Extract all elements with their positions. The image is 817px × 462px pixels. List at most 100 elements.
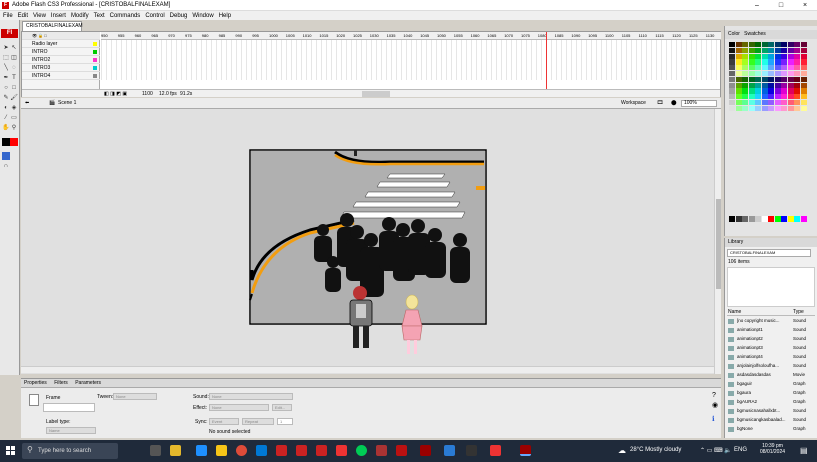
color-swatch[interactable]: [774, 59, 781, 65]
color-swatch[interactable]: [761, 100, 768, 106]
fill-color-swatch[interactable]: [10, 138, 18, 146]
color-swatch[interactable]: [794, 76, 800, 83]
workspace-menu[interactable]: Workspace: [621, 98, 646, 109]
color-swatch[interactable]: [781, 88, 787, 94]
gradient-swatch[interactable]: [800, 216, 807, 222]
color-swatch[interactable]: [800, 76, 807, 83]
color-swatch[interactable]: [781, 105, 787, 112]
color-swatch[interactable]: [787, 71, 794, 77]
color-swatch[interactable]: [761, 94, 768, 100]
color-swatch[interactable]: [761, 53, 768, 59]
color-swatch[interactable]: [781, 42, 787, 48]
color-swatch[interactable]: [800, 71, 807, 77]
brush-tool-icon[interactable]: 🖌: [10, 94, 18, 102]
color-swatch[interactable]: [748, 71, 755, 77]
edge-icon[interactable]: [196, 445, 207, 456]
color-swatch[interactable]: [742, 65, 748, 71]
text-tool-icon[interactable]: T: [10, 74, 18, 82]
eyedropper-icon[interactable]: ⁄: [2, 114, 10, 122]
gradient-swatch[interactable]: [755, 216, 761, 222]
color-swatch[interactable]: [742, 100, 748, 106]
color-swatch[interactable]: [768, 100, 774, 106]
color-swatch[interactable]: [761, 65, 768, 71]
color-swatch[interactable]: [735, 59, 742, 65]
playhead[interactable]: [546, 32, 547, 92]
menu-modify[interactable]: Modify: [71, 13, 89, 19]
layer-row[interactable]: INTRO4: [22, 72, 100, 80]
library-row[interactable]: asdasdasdasdas Movie: [727, 371, 815, 380]
color-swatch[interactable]: [781, 65, 787, 71]
color-swatch[interactable]: [742, 88, 748, 94]
gradient-swatch-row[interactable]: [729, 216, 809, 223]
color-swatch[interactable]: [755, 88, 761, 94]
minimize-button[interactable]: –: [745, 0, 769, 11]
timeline-scroll-thumb[interactable]: [362, 91, 390, 97]
tab-parameters[interactable]: Parameters: [75, 380, 101, 386]
tray-icons[interactable]: ⌃ ▭ ⌨ 🔈: [700, 447, 732, 454]
app-icon-dark[interactable]: [466, 445, 477, 456]
lasso-tool-icon[interactable]: ◌: [10, 64, 18, 72]
color-swatch[interactable]: [800, 42, 807, 48]
subselection-tool-icon[interactable]: ↖: [10, 44, 18, 52]
tab-properties[interactable]: Properties: [24, 380, 47, 386]
pencil-tool-icon[interactable]: ✎: [2, 94, 10, 102]
scene-name[interactable]: Scene 1: [58, 98, 76, 109]
color-swatch[interactable]: [748, 100, 755, 106]
color-swatch[interactable]: [748, 65, 755, 71]
color-swatch[interactable]: [800, 82, 807, 88]
color-swatch[interactable]: [768, 82, 774, 88]
color-swatch[interactable]: [794, 94, 800, 100]
color-swatch[interactable]: [735, 47, 742, 54]
color-swatch[interactable]: [761, 71, 768, 77]
color-swatch[interactable]: [755, 53, 761, 59]
color-swatch[interactable]: [768, 105, 774, 112]
gradient-swatch[interactable]: [768, 216, 774, 222]
color-swatch[interactable]: [781, 59, 787, 65]
color-swatch[interactable]: [742, 59, 748, 65]
color-swatch[interactable]: [742, 47, 748, 54]
maximize-button[interactable]: □: [769, 0, 793, 11]
color-swatch[interactable]: [794, 88, 800, 94]
back-arrow-icon[interactable]: ⬅: [25, 98, 29, 109]
color-swatch[interactable]: [781, 100, 787, 106]
ink-bottle-icon[interactable]: ◐: [2, 104, 10, 112]
library-row[interactable]: anjolainjolfsoloufha... Sound: [727, 362, 815, 371]
help-icon[interactable]: ?: [712, 392, 716, 399]
info-icon[interactable]: ℹ: [712, 415, 715, 423]
color-swatch[interactable]: [729, 76, 735, 83]
color-swatch[interactable]: [768, 71, 774, 77]
library-row[interactable]: animationpt2 Sound: [727, 335, 815, 344]
color-swatch[interactable]: [787, 42, 794, 48]
color-swatch[interactable]: [781, 76, 787, 83]
color-swatch[interactable]: [787, 100, 794, 106]
color-swatch[interactable]: [787, 76, 794, 83]
zoom-dropdown[interactable]: 100%: [681, 100, 717, 107]
color-swatch[interactable]: [781, 53, 787, 59]
app-icon-red-4[interactable]: [336, 445, 347, 456]
app-icon-red-5[interactable]: [490, 445, 501, 456]
eraser-icon[interactable]: ▭: [10, 114, 18, 122]
color-swatch[interactable]: [742, 53, 748, 59]
color-swatch[interactable]: [768, 47, 774, 54]
color-swatch[interactable]: [774, 76, 781, 83]
chrome-icon[interactable]: [236, 445, 247, 456]
color-swatch[interactable]: [794, 82, 800, 88]
gradient-swatch[interactable]: [761, 216, 768, 222]
color-swatch[interactable]: [729, 88, 735, 94]
color-swatch[interactable]: [742, 76, 748, 83]
library-file-select[interactable]: CRISTOBALFINALEXAM: [727, 249, 811, 257]
color-swatch[interactable]: [787, 94, 794, 100]
color-swatch[interactable]: [787, 105, 794, 112]
color-swatch[interactable]: [735, 82, 742, 88]
color-swatch[interactable]: [800, 94, 807, 100]
color-swatch[interactable]: [794, 100, 800, 106]
color-swatch[interactable]: [794, 53, 800, 59]
color-swatch[interactable]: [735, 94, 742, 100]
gradient-swatch[interactable]: [787, 216, 794, 222]
effect-select[interactable]: None: [209, 404, 269, 411]
gradient-swatch[interactable]: [735, 216, 742, 222]
color-swatch[interactable]: [761, 82, 768, 88]
object-drawing-icon[interactable]: [2, 152, 10, 160]
app-icon-red-2[interactable]: [296, 445, 307, 456]
color-swatch[interactable]: [768, 53, 774, 59]
